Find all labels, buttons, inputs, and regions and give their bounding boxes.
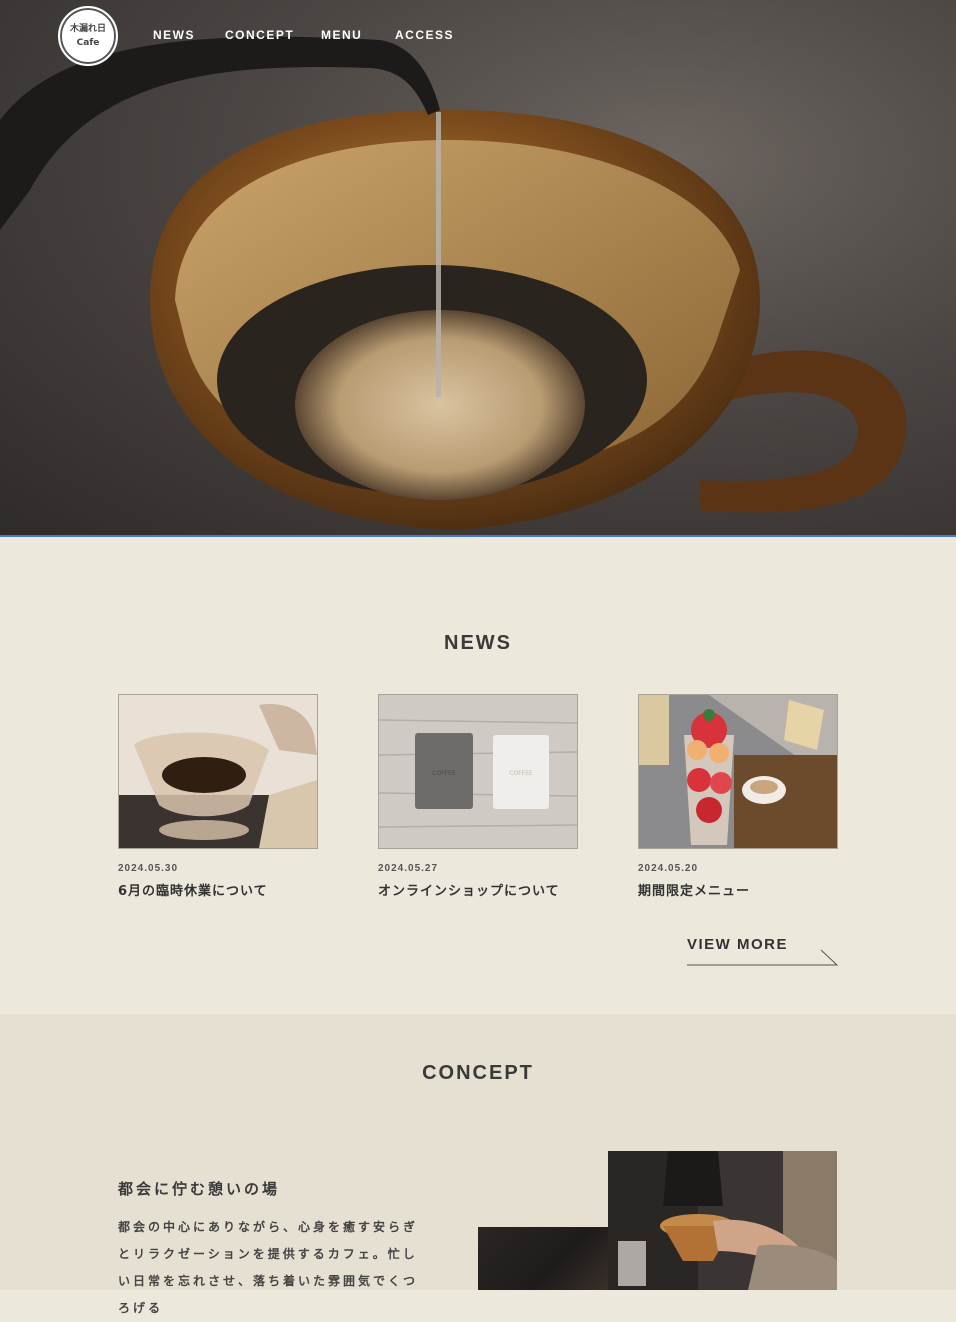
news-title-link[interactable]: 期間限定メニュー — [638, 880, 838, 899]
news-date: 2024.05.30 — [118, 863, 179, 874]
news-title-link[interactable]: オンラインショップについて — [378, 880, 578, 899]
cafe-logo[interactable]: 木漏れ日 Cafe — [58, 6, 118, 66]
news-card[interactable]: 2024.05.20 期間限定メニュー — [638, 694, 838, 899]
svg-text:COFFEE: COFFEE — [432, 770, 456, 777]
pour-over-coffee-illustration — [0, 36, 907, 530]
nav-access-link[interactable]: ACCESS — [395, 28, 465, 42]
logo-text-line1: 木漏れ日 — [69, 24, 106, 34]
news-thumbnail-dripper[interactable] — [118, 694, 318, 849]
svg-text:COFFEE: COFFEE — [509, 770, 533, 777]
nav-news-link[interactable]: NEWS — [153, 28, 225, 42]
concept-heading: 都会に佇む憩いの場 — [118, 1180, 281, 1198]
news-card[interactable]: COFFEE COFFEE 2024.05.27 オンラインショップについて — [378, 694, 578, 899]
nav-menu-link[interactable]: MENU — [321, 28, 395, 42]
news-section-title: NEWS — [444, 632, 512, 654]
nav-concept-link[interactable]: CONCEPT — [225, 28, 321, 42]
news-date: 2024.05.27 — [378, 863, 439, 874]
concept-photo-barista — [608, 1151, 837, 1290]
concept-body-text: 都会の中心にありながら、心身を癒す安らぎとリラクゼーションを提供するカフェ。忙し… — [118, 1220, 419, 1315]
view-more-button[interactable]: VIEW MORE — [687, 934, 839, 966]
news-thumbnail-drip-bags[interactable]: COFFEE COFFEE — [378, 694, 578, 849]
news-card[interactable]: 2024.05.30 6月の臨時休業について — [118, 694, 318, 899]
logo-text-line2: Cafe — [76, 38, 100, 48]
news-date: 2024.05.20 — [638, 863, 699, 874]
arrow-right-icon — [687, 949, 839, 966]
concept-section-title: CONCEPT — [422, 1062, 534, 1084]
main-navigation: NEWS CONCEPT MENU ACCESS — [153, 28, 465, 42]
concept-photo-interior — [478, 1227, 609, 1290]
news-title-link[interactable]: 6月の臨時休業について — [118, 880, 318, 899]
hero-image: 木漏れ日 Cafe NEWS CONCEPT MENU ACCESS — [0, 0, 956, 537]
news-thumbnail-strawberry-parfait[interactable] — [638, 694, 838, 849]
